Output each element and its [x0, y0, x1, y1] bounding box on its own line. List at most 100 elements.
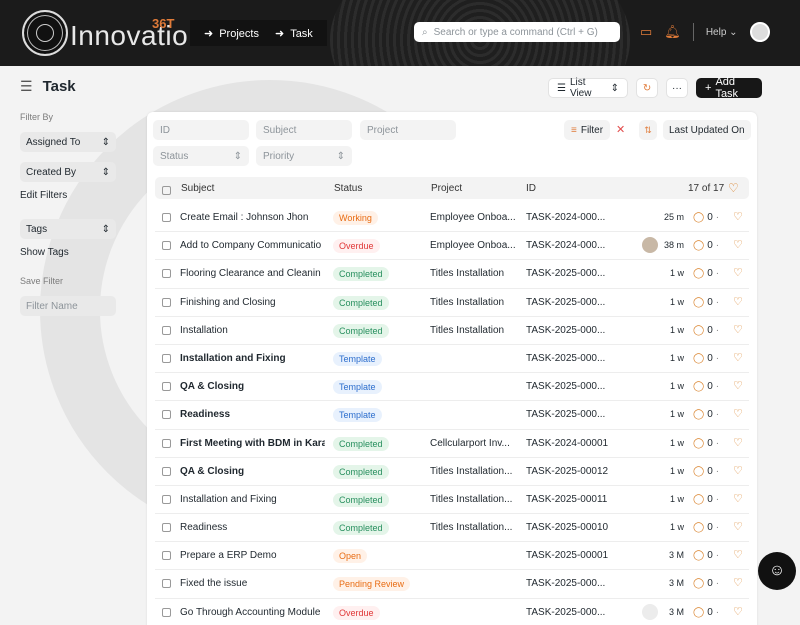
- task-subject[interactable]: Finishing and Closing: [180, 297, 325, 308]
- table-row[interactable]: QA & Closing Template TASK-2025-000... 1 w ◯…: [155, 373, 749, 402]
- project-filter[interactable]: Project: [360, 120, 456, 140]
- row-checkbox[interactable]: [162, 382, 171, 392]
- task-subject[interactable]: First Meeting with BDM in Kara: [180, 438, 325, 449]
- row-checkbox[interactable]: [162, 213, 171, 222]
- col-project[interactable]: Project: [431, 183, 462, 194]
- add-task-button[interactable]: + Add Task: [696, 76, 762, 100]
- filter-button[interactable]: ≡ Filter: [564, 120, 611, 140]
- heart-icon[interactable]: ♡: [733, 351, 743, 364]
- table-row[interactable]: QA & Closing Completed Titles Installation…: [155, 458, 749, 486]
- table-row[interactable]: Go Through Accounting Module Overdue TASK-…: [155, 599, 749, 625]
- edit-filters-link[interactable]: Edit Filters: [20, 190, 116, 201]
- priority-filter[interactable]: Priority ⇕: [256, 146, 352, 166]
- task-subject[interactable]: QA & Closing: [180, 466, 325, 477]
- row-checkbox[interactable]: [162, 297, 171, 307]
- task-subject[interactable]: Flooring Clearance and Cleanin: [180, 268, 325, 279]
- table-row[interactable]: Add to Company Communicatio Overdue Employ…: [155, 232, 749, 261]
- heart-icon[interactable]: ♡: [733, 238, 743, 251]
- select-all-checkbox[interactable]: [162, 186, 171, 195]
- task-subject[interactable]: Installation: [180, 325, 325, 336]
- task-subject[interactable]: Installation and Fixing: [180, 494, 325, 505]
- heart-icon[interactable]: ♡: [733, 492, 743, 505]
- heart-icon[interactable]: ♡: [733, 266, 743, 279]
- table-row[interactable]: Create Email : Johnson Jhon Working Employ…: [155, 204, 749, 233]
- sort-field[interactable]: Last Updated On: [663, 120, 751, 140]
- breadcrumb-projects[interactable]: ➜ Projects: [204, 27, 259, 40]
- table-row[interactable]: Fixed the issue Pending Review TASK-2025-0…: [155, 570, 749, 599]
- sort-direction-icon[interactable]: ⇅: [639, 120, 657, 140]
- task-subject[interactable]: Installation and Fixing: [180, 353, 325, 364]
- row-checkbox[interactable]: [162, 607, 171, 617]
- id-filter[interactable]: ID: [153, 120, 249, 140]
- user-avatar[interactable]: [749, 22, 770, 42]
- task-subject[interactable]: Readiness: [180, 409, 325, 420]
- row-checkbox[interactable]: [162, 269, 171, 279]
- search-input[interactable]: ⌕ Search or type a command (Ctrl + G): [414, 22, 620, 42]
- breadcrumb-task[interactable]: ➜ Task: [275, 27, 313, 40]
- heart-icon[interactable]: ♡: [733, 379, 743, 392]
- comment-icon: ◯: [693, 437, 705, 449]
- task-subject[interactable]: Prepare a ERP Demo: [180, 550, 325, 561]
- task-subject[interactable]: Go Through Accounting Module: [180, 607, 325, 618]
- assignee-avatar: [642, 237, 658, 254]
- table-row[interactable]: Prepare a ERP Demo Open TASK-2025-00001 3 M…: [155, 542, 749, 571]
- heart-icon[interactable]: ♡: [733, 295, 743, 308]
- logo-emblem[interactable]: [22, 10, 68, 56]
- row-checkbox[interactable]: [162, 353, 171, 363]
- comment-count: ◯ 0 ·: [693, 212, 720, 223]
- row-checkbox[interactable]: [162, 579, 171, 589]
- heart-icon[interactable]: ♡: [733, 464, 743, 477]
- col-id[interactable]: ID: [526, 183, 536, 194]
- heart-icon[interactable]: ♡: [733, 548, 743, 561]
- heart-icon[interactable]: ♡: [733, 520, 743, 533]
- table-row[interactable]: Installation and Fixing Template TASK-2025…: [155, 345, 749, 374]
- show-tags-link[interactable]: Show Tags: [20, 247, 116, 258]
- sidebar-toggle-icon[interactable]: ☰: [20, 78, 33, 95]
- table-row[interactable]: Readiness Template TASK-2025-000... 1 w ◯ 0 · ♡: [155, 401, 749, 430]
- table-row[interactable]: Finishing and Closing Completed Titles Ins…: [155, 289, 749, 317]
- logo-text[interactable]: Innovation: [70, 22, 204, 50]
- refresh-button[interactable]: ↻: [636, 78, 658, 98]
- heart-icon[interactable]: ♡: [733, 576, 743, 589]
- table-row[interactable]: Installation and Fixing Completed Titles I…: [155, 486, 749, 515]
- created-by-select[interactable]: Created By ⇕: [20, 162, 116, 182]
- col-subject[interactable]: Subject: [181, 183, 214, 194]
- assistant-bot-button[interactable]: ☺: [758, 552, 796, 590]
- task-subject[interactable]: QA & Closing: [180, 381, 325, 392]
- chat-icon[interactable]: ▭: [640, 24, 652, 40]
- bell-icon[interactable]: 🔔︎: [664, 24, 681, 40]
- task-subject[interactable]: Create Email : Johnson Jhon: [180, 212, 325, 223]
- table-row[interactable]: First Meeting with BDM in Kara Completed C…: [155, 430, 749, 458]
- row-checkbox[interactable]: [162, 410, 171, 420]
- row-checkbox[interactable]: [162, 466, 171, 476]
- heart-icon[interactable]: ♡: [733, 436, 743, 449]
- row-checkbox[interactable]: [162, 523, 171, 533]
- row-checkbox[interactable]: [162, 438, 171, 448]
- row-checkbox[interactable]: [162, 551, 171, 561]
- subject-filter[interactable]: Subject: [256, 120, 352, 140]
- more-button[interactable]: ···: [666, 78, 688, 98]
- heart-icon[interactable]: ♡: [733, 323, 743, 336]
- view-switch-button[interactable]: ☰ List View ⇕: [548, 77, 628, 99]
- col-status[interactable]: Status: [334, 183, 362, 194]
- row-checkbox[interactable]: [162, 241, 171, 251]
- table-row[interactable]: Installation Completed Titles Installation…: [155, 317, 749, 345]
- task-subject[interactable]: Add to Company Communicatio: [180, 240, 325, 251]
- task-id: TASK-2024-000...: [526, 212, 606, 223]
- heart-icon[interactable]: ♡: [733, 605, 743, 618]
- heart-icon[interactable]: ♡: [728, 181, 739, 195]
- tags-select[interactable]: Tags ⇕: [20, 219, 116, 239]
- table-row[interactable]: Readiness Completed Titles Installation...…: [155, 514, 749, 543]
- help-menu[interactable]: Help ⌄: [706, 27, 738, 38]
- row-checkbox[interactable]: [162, 494, 171, 504]
- clear-filter-icon[interactable]: ✕: [616, 123, 625, 136]
- filter-name-input[interactable]: Filter Name: [20, 296, 116, 316]
- assigned-to-select[interactable]: Assigned To ⇕: [20, 132, 116, 152]
- status-filter[interactable]: Status ⇕: [153, 146, 249, 166]
- row-checkbox[interactable]: [162, 325, 171, 335]
- task-subject[interactable]: Readiness: [180, 522, 325, 533]
- table-row[interactable]: Flooring Clearance and Cleanin Completed T…: [155, 260, 749, 289]
- task-subject[interactable]: Fixed the issue: [180, 578, 325, 589]
- heart-icon[interactable]: ♡: [733, 407, 743, 420]
- heart-icon[interactable]: ♡: [733, 210, 743, 223]
